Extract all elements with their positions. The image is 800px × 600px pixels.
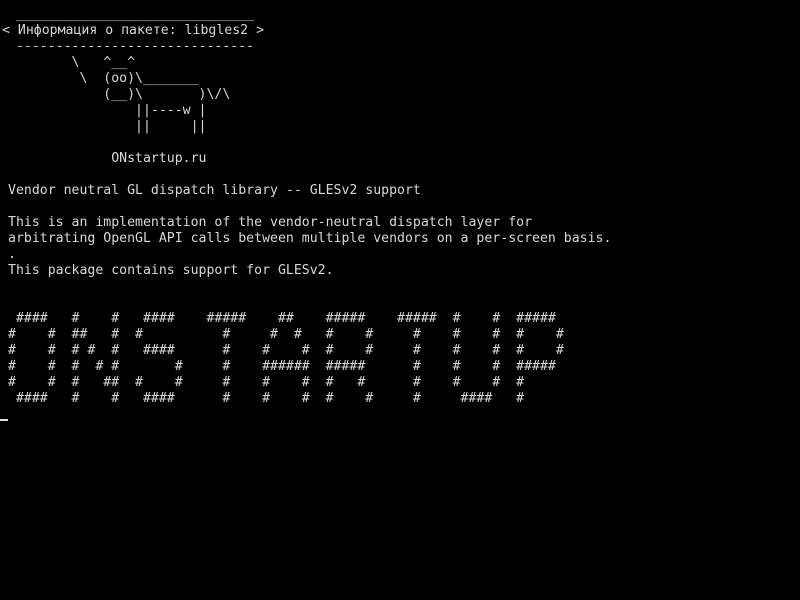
cowsay-message: < Информация о пакете: libgles2 > (2, 23, 265, 38)
package-description-line-2: arbitrating OpenGL API calls between mul… (8, 231, 612, 246)
package-description-separator: . (8, 247, 16, 262)
terminal-cursor (0, 419, 8, 421)
site-watermark: ONstartup.ru (8, 151, 207, 166)
package-description-line-3: This package contains support for GLESv2… (8, 263, 334, 278)
terminal-screen[interactable]: ______________________________ < Информа… (0, 0, 800, 600)
cow-art-line-2: \ (oo)\_______ (8, 71, 199, 86)
cow-art-line-3: (__)\ )\/\ (8, 87, 231, 102)
cow-art-line-5: || || (8, 119, 207, 134)
cow-art-line-1: \ ^__^ (8, 55, 136, 70)
banner-line-3: # # # # # #### # # # # # # # # # # (8, 343, 564, 358)
cow-art-line-4: ||----w | (8, 103, 207, 118)
banner-line-2: # # ## # # # # # # # # # # # # (8, 327, 564, 342)
package-description-line-1: This is an implementation of the vendor-… (8, 215, 533, 230)
package-summary: Vendor neutral GL dispatch library -- GL… (8, 183, 421, 198)
cowsay-top-border: ______________________________ (8, 7, 255, 22)
banner-line-1: #### # # #### ##### ## ##### ##### # # #… (8, 311, 556, 326)
banner-line-6: #### # # #### # # # # # # #### # (8, 391, 525, 406)
cowsay-bottom-border: ------------------------------ (8, 39, 255, 54)
banner-line-5: # # # ## # # # # # # # # # # # (8, 375, 525, 390)
banner-line-4: # # # # # # # ###### ##### # # # ##### (8, 359, 556, 374)
